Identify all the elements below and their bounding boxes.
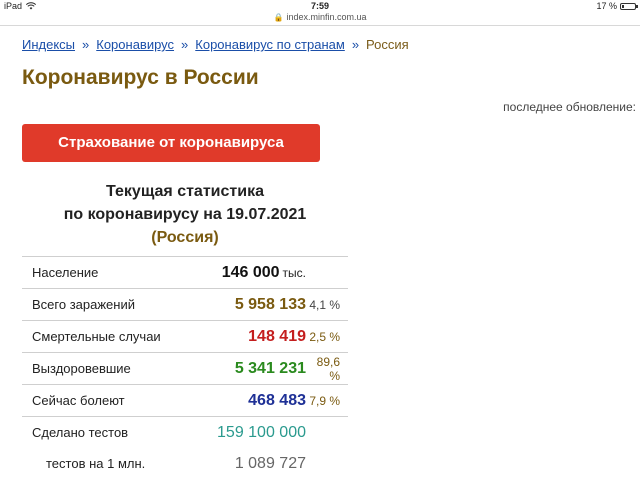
table-row: тестов на 1 млн. 1 089 727 — [22, 448, 348, 479]
row-pct-deaths: 2,5 % — [306, 320, 348, 353]
table-row: Сделано тестов 159 100 000 — [22, 417, 348, 449]
population-unit: тыс. — [282, 265, 306, 280]
population-value: 146 000 — [221, 263, 280, 281]
breadcrumb: Индексы » Коронавирус » Коронавирус по с… — [22, 37, 409, 52]
table-row: Выздоровевшие 5 341 231 89,6 % — [22, 352, 348, 385]
breadcrumb-separator: » — [82, 37, 90, 52]
status-bar: iPad 7:59 17 % — [0, 0, 640, 12]
breadcrumb-separator: » — [181, 37, 189, 52]
row-label-tests-per-mln: тестов на 1 млн. — [46, 456, 146, 471]
stats-heading-line1: Текущая статистика — [106, 183, 264, 200]
url-divider — [0, 25, 640, 26]
row-pct-infections: 4,1 % — [306, 288, 348, 321]
status-right: 17 % — [596, 1, 638, 11]
table-row: Население 146 000 тыс. — [22, 256, 348, 289]
breadcrumb-link-by-country[interactable]: Коронавирус по странам — [195, 37, 345, 52]
stats-heading: Текущая статистика по коронавирусу на 19… — [22, 180, 348, 249]
row-label-tests: Сделано тестов — [32, 425, 129, 440]
battery-icon — [620, 2, 638, 10]
insurance-button[interactable]: Страхование от коронавируса — [22, 124, 320, 162]
breadcrumb-link-indexes[interactable]: Индексы — [22, 37, 75, 52]
row-value-recovered: 5 341 231 — [196, 352, 306, 385]
lock-icon: 🔒 — [273, 13, 284, 22]
breadcrumb-separator: » — [351, 37, 360, 52]
row-value-population: 146 000 тыс. — [196, 256, 306, 289]
stats-country: (Россия) — [151, 229, 219, 246]
table-row: Сейчас болеют 468 483 7,9 % — [22, 384, 348, 417]
row-pct-active: 7,9 % — [306, 384, 348, 417]
row-value-tests-per-mln: 1 089 727 — [234, 454, 306, 472]
row-label-active: Сейчас болеют — [22, 384, 196, 417]
last-update-label: последнее обновление: — [503, 100, 636, 114]
stats-table: Население 146 000 тыс. Всего заражений 5 … — [22, 256, 348, 479]
row-label-recovered: Выздоровевшие — [22, 352, 196, 385]
row-label-deaths: Смертельные случаи — [22, 320, 196, 353]
page-title: Коронавирус в России — [22, 66, 259, 89]
table-row: Смертельные случаи 148 419 2,5 % — [22, 320, 348, 353]
row-pct-tests-per-mln — [306, 448, 348, 479]
table-row: Всего заражений 5 958 133 4,1 % — [22, 288, 348, 321]
row-value-active: 468 483 — [196, 384, 306, 417]
row-value-tests: 159 100 000 — [217, 423, 306, 441]
breadcrumb-current: Россия — [366, 37, 409, 52]
status-time: 7:59 — [310, 1, 329, 11]
battery-label: 17 % — [596, 1, 617, 11]
row-pct-recovered: 89,6 % — [306, 352, 348, 385]
row-pct-population — [306, 256, 348, 289]
breadcrumb-link-coronavirus[interactable]: Коронавирус — [96, 37, 174, 52]
row-value-deaths: 148 419 — [196, 320, 306, 353]
stats-heading-line2: по коронавирусу на 19.07.2021 — [63, 206, 307, 223]
url-text: index.minfin.com.ua — [286, 12, 367, 22]
row-pct-tests — [306, 417, 348, 449]
row-value-infections: 5 958 133 — [196, 288, 306, 321]
url-bar[interactable]: 🔒 index.minfin.com.ua — [0, 12, 640, 24]
row-label-population: Население — [22, 256, 196, 289]
row-label-infections: Всего заражений — [22, 288, 196, 321]
